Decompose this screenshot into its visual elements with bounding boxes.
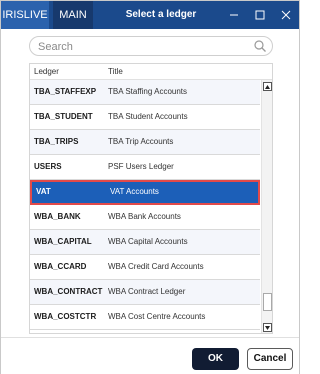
ledger-code: TBA_TRIPS [34, 137, 79, 146]
ledger-title: VAT Accounts [110, 187, 159, 196]
table-header: Ledger Title [30, 64, 272, 80]
ledger-code: WBA_COSTCTR [34, 312, 97, 321]
title-bar: IRISLIVE MAIN Select a ledger [1, 1, 299, 29]
search-box [29, 36, 273, 56]
ledger-code: USERS [34, 162, 62, 171]
search-icon[interactable] [253, 39, 267, 56]
dialog-title: Select a ledger [125, 9, 197, 20]
cancel-button[interactable]: Cancel [247, 348, 293, 370]
ledger-title: TBA Trip Accounts [108, 137, 174, 146]
column-header-title[interactable]: Title [108, 67, 123, 76]
table-row[interactable]: WBA_CCARD WBA Credit Card Accounts [30, 255, 260, 280]
close-icon [281, 10, 291, 20]
search-input[interactable] [38, 39, 248, 54]
ledger-code: WBA_CCARD [34, 262, 87, 271]
scroll-down-button[interactable] [263, 323, 272, 332]
ledger-code: WBA_CONTRACT [34, 287, 103, 296]
tab-irislive[interactable]: IRISLIVE [1, 1, 49, 29]
scroll-up-button[interactable] [263, 82, 272, 91]
ledger-table: Ledger Title TBA_STAFFEXP TBA Staffing A… [29, 63, 273, 334]
minimize-icon [230, 14, 238, 16]
table-row[interactable]: TBA_TRIPS TBA Trip Accounts [30, 130, 260, 155]
close-button[interactable] [273, 1, 299, 29]
ledger-code: TBA_STUDENT [34, 112, 93, 121]
maximize-icon [255, 10, 265, 20]
dialog-footer: OK Cancel [1, 337, 299, 374]
table-row[interactable]: WBA_CAPITAL WBA Capital Accounts [30, 230, 260, 255]
table-row[interactable]: WBA_BANK WBA Bank Accounts [30, 205, 260, 230]
column-header-ledger[interactable]: Ledger [34, 67, 59, 76]
ledger-code: WBA_CAPITAL [34, 237, 92, 246]
select-ledger-dialog: IRISLIVE MAIN Select a ledger Ledger Tit… [0, 0, 300, 374]
ledger-title: WBA Credit Card Accounts [108, 262, 204, 271]
table-row-selected[interactable]: VAT VAT Accounts [30, 180, 260, 205]
table-row[interactable]: USERS PSF Users Ledger [30, 155, 260, 180]
ledger-title: WBA Cost Centre Accounts [108, 312, 206, 321]
table-row[interactable]: WBA_COSTCTR WBA Cost Centre Accounts [30, 305, 260, 330]
ledger-code: WBA_BANK [34, 212, 81, 221]
table-row[interactable]: TBA_STAFFEXP TBA Staffing Accounts [30, 80, 260, 105]
maximize-button[interactable] [247, 1, 273, 29]
ledger-code: VAT [36, 187, 51, 196]
ledger-code: TBA_STAFFEXP [34, 87, 97, 96]
ledger-title: WBA Bank Accounts [108, 212, 181, 221]
minimize-button[interactable] [221, 1, 247, 29]
ledger-title: WBA Capital Accounts [108, 237, 188, 246]
table-row[interactable]: WBA_CONTRACT WBA Contract Ledger [30, 280, 260, 305]
ok-button[interactable]: OK [192, 348, 239, 370]
ledger-title: TBA Staffing Accounts [108, 87, 188, 96]
ledger-title: WBA Contract Ledger [108, 287, 186, 296]
table-body: TBA_STAFFEXP TBA Staffing Accounts TBA_S… [30, 80, 260, 333]
vertical-scrollbar[interactable] [261, 80, 272, 333]
ledger-title: PSF Users Ledger [108, 162, 174, 171]
tab-main[interactable]: MAIN [53, 1, 93, 29]
triangle-up-icon [265, 84, 270, 89]
triangle-down-icon [265, 325, 270, 330]
table-row[interactable]: TBA_STUDENT TBA Student Accounts [30, 105, 260, 130]
ledger-title: TBA Student Accounts [108, 112, 188, 121]
scroll-thumb[interactable] [263, 293, 272, 311]
